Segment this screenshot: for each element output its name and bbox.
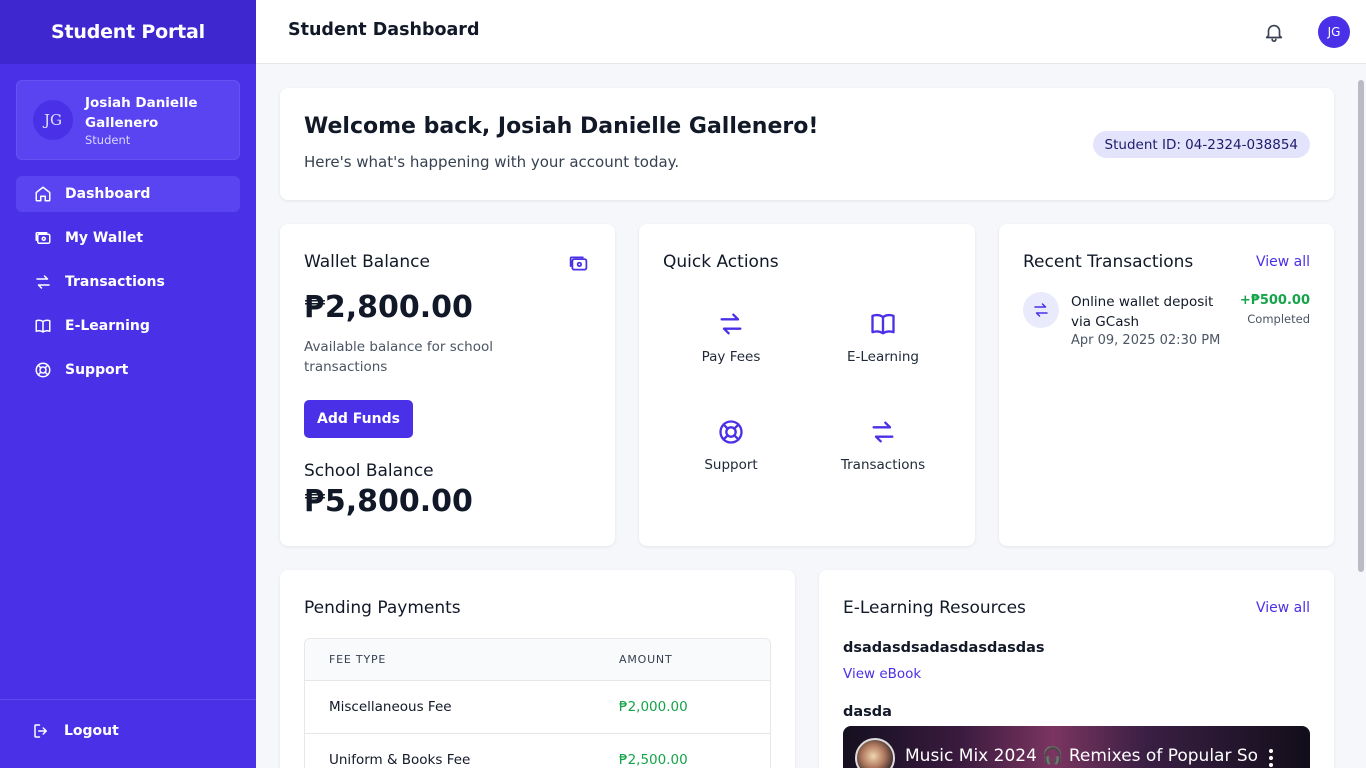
column-header-fee-type: FEE TYPE	[329, 653, 387, 666]
resource-title: dsadasdsadasdasdasdas	[843, 640, 1045, 656]
wallet-title: Wallet Balance	[304, 252, 430, 272]
logout-label: Logout	[64, 723, 119, 739]
logout-icon	[34, 724, 47, 738]
video-title: Music Mix 2024 🎧 Remixes of Popular Song…	[905, 746, 1257, 766]
quick-action-label: Support	[704, 457, 758, 473]
view-all-transactions-link[interactable]: View all	[1256, 254, 1310, 270]
video-embed[interactable]: Music Mix 2024 🎧 Remixes of Popular Song…	[843, 726, 1310, 768]
quick-action-transactions[interactable]: Transactions	[813, 418, 953, 473]
add-funds-button[interactable]: Add Funds	[304, 400, 413, 438]
wallet-icon	[569, 256, 588, 271]
e-learning-card: E-Learning Resources View all dsadasdsad…	[819, 570, 1334, 768]
transaction-icon	[1023, 292, 1059, 328]
resource-title: dasda	[843, 704, 892, 720]
channel-avatar	[855, 738, 895, 768]
view-all-resources-link[interactable]: View all	[1256, 600, 1310, 616]
sidebar-item-transactions[interactable]: Transactions	[16, 264, 240, 300]
wallet-balance-amount: ₱2,800.00	[304, 290, 473, 325]
profile-name: Josiah Danielle Gallenero	[85, 94, 198, 131]
book-icon	[871, 313, 895, 335]
page-title: Student Dashboard	[288, 20, 480, 40]
e-learning-title: E-Learning Resources	[843, 598, 1026, 618]
book-icon	[35, 319, 51, 333]
top-header: Student Dashboard JG	[256, 0, 1366, 64]
quick-action-pay-fees[interactable]: Pay Fees	[661, 310, 801, 365]
quick-actions-title: Quick Actions	[663, 252, 779, 272]
transaction-status: Completed	[1247, 312, 1310, 326]
transaction-title: Online wallet deposit via GCash	[1071, 294, 1214, 330]
home-icon	[35, 186, 51, 202]
sidebar-item-support[interactable]: Support	[16, 352, 240, 388]
table-header: FEE TYPE AMOUNT	[305, 639, 770, 681]
amount-cell: ₱2,500.00	[619, 752, 688, 768]
amount-cell: ₱2,000.00	[619, 699, 688, 715]
quick-action-label: E-Learning	[846, 349, 919, 365]
transaction-amount: +₱500.00	[1239, 293, 1310, 308]
table-row: Miscellaneous Fee ₱2,000.00	[305, 681, 770, 734]
profile-role: Student	[85, 132, 131, 147]
sidebar-item-label: Support	[65, 362, 129, 378]
quick-action-label: Pay Fees	[701, 349, 761, 365]
fee-type-cell: Uniform & Books Fee	[329, 752, 471, 768]
sidebar-item-label: Dashboard	[65, 186, 151, 202]
quick-actions-card: Quick Actions Pay Fees E-Learning Suppor…	[639, 224, 975, 546]
pending-payments-title: Pending Payments	[304, 598, 461, 618]
lifebuoy-icon	[35, 362, 51, 378]
view-ebook-link[interactable]: View eBook	[843, 666, 921, 682]
pending-payments-card: Pending Payments FEE TYPE AMOUNT Miscell…	[280, 570, 795, 768]
quick-action-label: Transactions	[840, 457, 926, 473]
swap-icon	[1034, 303, 1048, 317]
swap-icon	[36, 275, 50, 289]
welcome-heading: Welcome back, Josiah Danielle Gallenero!	[304, 114, 819, 139]
swap-icon	[872, 421, 894, 443]
sidebar-item-my-wallet[interactable]: My Wallet	[16, 220, 240, 256]
logout-button[interactable]: Logout	[32, 722, 119, 740]
table-row: Uniform & Books Fee ₱2,500.00	[305, 734, 770, 768]
school-balance-amount: ₱5,800.00	[304, 484, 473, 519]
column-header-amount: AMOUNT	[619, 653, 673, 666]
fee-type-cell: Miscellaneous Fee	[329, 699, 452, 715]
recent-transactions-title: Recent Transactions	[1023, 252, 1194, 272]
scrollbar[interactable]	[1358, 80, 1364, 572]
welcome-card: Welcome back, Josiah Danielle Gallenero!…	[280, 88, 1334, 200]
sidebar: Student Portal JG Josiah Danielle Gallen…	[0, 0, 256, 768]
bell-icon[interactable]	[1263, 21, 1285, 43]
more-options-icon[interactable]	[1267, 746, 1275, 768]
sidebar-divider	[0, 699, 256, 700]
wallet-description: Available balance for school transaction…	[304, 339, 493, 375]
school-balance-label: School Balance	[304, 461, 434, 481]
user-avatar[interactable]: JG	[1318, 16, 1350, 48]
student-id-badge: Student ID: 04-2324-038854	[1092, 131, 1310, 158]
pending-payments-table: FEE TYPE AMOUNT Miscellaneous Fee ₱2,000…	[304, 638, 771, 768]
sidebar-item-dashboard[interactable]: Dashboard	[16, 176, 240, 212]
sidebar-item-label: My Wallet	[65, 230, 144, 246]
sidebar-item-e-learning[interactable]: E-Learning	[16, 308, 240, 344]
recent-transactions-card: Recent Transactions View all Online wall…	[999, 224, 1334, 546]
transaction-date: Apr 09, 2025 02:30 PM	[1071, 333, 1221, 348]
sidebar-item-label: E-Learning	[65, 318, 150, 334]
brand-title: Student Portal	[0, 0, 256, 64]
wallet-card: Wallet Balance ₱2,800.00 Available balan…	[280, 224, 615, 546]
welcome-subtitle: Here's what's happening with your accoun…	[304, 153, 680, 171]
profile-card: JG Josiah Danielle Gallenero Student	[16, 80, 240, 160]
wallet-icon	[35, 232, 51, 244]
avatar: JG	[33, 100, 73, 140]
sidebar-nav: Dashboard My Wallet Transactions E-Learn…	[16, 176, 240, 396]
quick-action-support[interactable]: Support	[661, 418, 801, 473]
quick-action-e-learning[interactable]: E-Learning	[813, 310, 953, 365]
swap-icon	[720, 313, 742, 335]
sidebar-item-label: Transactions	[65, 274, 165, 290]
lifebuoy-icon	[719, 420, 743, 444]
